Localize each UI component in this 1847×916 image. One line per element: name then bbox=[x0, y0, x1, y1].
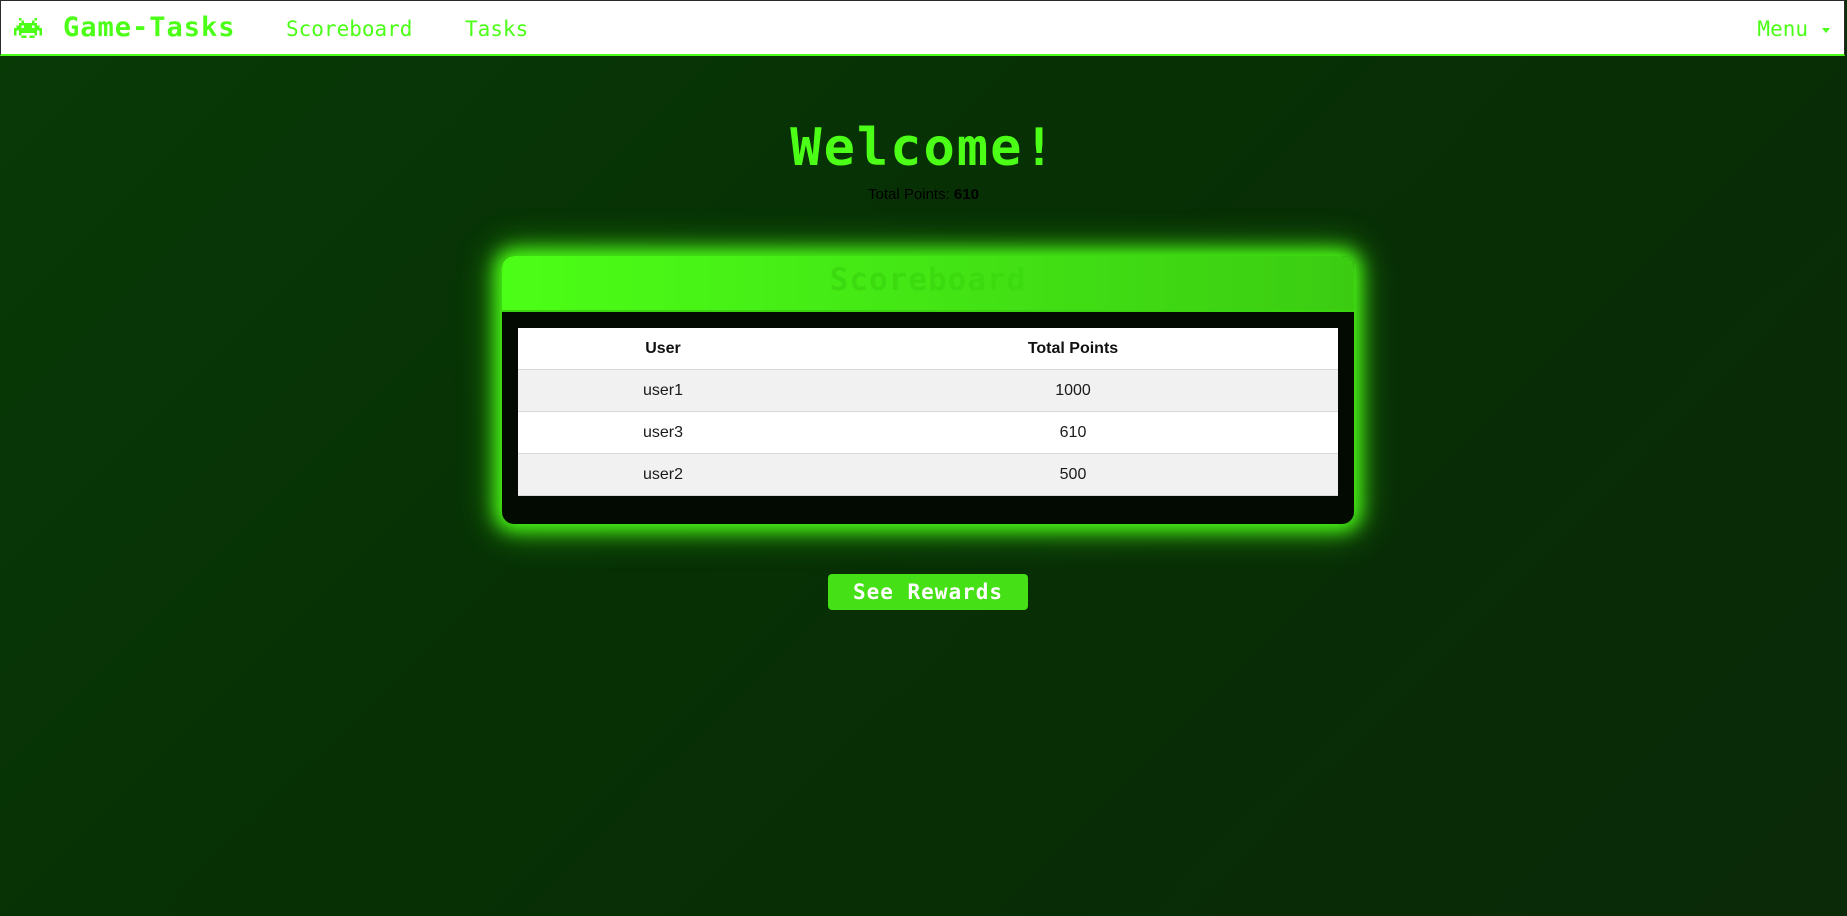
table-row: user3 610 bbox=[518, 411, 1338, 454]
scoreboard-card-header: Scoreboard bbox=[502, 256, 1354, 312]
see-rewards-button[interactable]: See Rewards bbox=[828, 574, 1028, 610]
nav-link-tasks[interactable]: Tasks bbox=[465, 17, 528, 41]
cell-points: 610 bbox=[808, 411, 1338, 454]
top-navbar: Game-Tasks Scoreboard Tasks Menu bbox=[0, 0, 1845, 56]
space-invader-icon[interactable] bbox=[14, 17, 42, 39]
nav-link-scoreboard[interactable]: Scoreboard bbox=[286, 17, 412, 41]
total-points-label: Total Points: bbox=[868, 186, 950, 203]
cell-user: user3 bbox=[518, 411, 808, 454]
column-header-total-points: Total Points bbox=[808, 328, 1338, 370]
cell-points: 1000 bbox=[808, 369, 1338, 412]
welcome-heading: Welcome! bbox=[790, 118, 1057, 178]
menu-dropdown-toggle[interactable]: Menu bbox=[1757, 17, 1830, 41]
table-row: user1 1000 bbox=[518, 369, 1338, 412]
cell-user: user1 bbox=[518, 369, 808, 412]
cell-points: 500 bbox=[808, 453, 1338, 496]
table-header-row: User Total Points bbox=[518, 328, 1338, 370]
menu-label: Menu bbox=[1757, 17, 1808, 41]
scoreboard-title: Scoreboard bbox=[829, 262, 1027, 298]
column-header-user: User bbox=[518, 328, 808, 370]
total-points-value: 610 bbox=[953, 186, 979, 203]
scoreboard-card: Scoreboard User Total Points user1 1000 … bbox=[502, 256, 1354, 524]
table-row: user2 500 bbox=[518, 453, 1338, 496]
cell-user: user2 bbox=[518, 453, 808, 496]
brand-link[interactable]: Game-Tasks bbox=[63, 12, 236, 43]
total-points-summary: Total Points: 610 bbox=[0, 186, 1847, 203]
chevron-down-icon bbox=[1822, 28, 1830, 33]
scoreboard-table: User Total Points user1 1000 user3 610 u… bbox=[518, 328, 1338, 496]
